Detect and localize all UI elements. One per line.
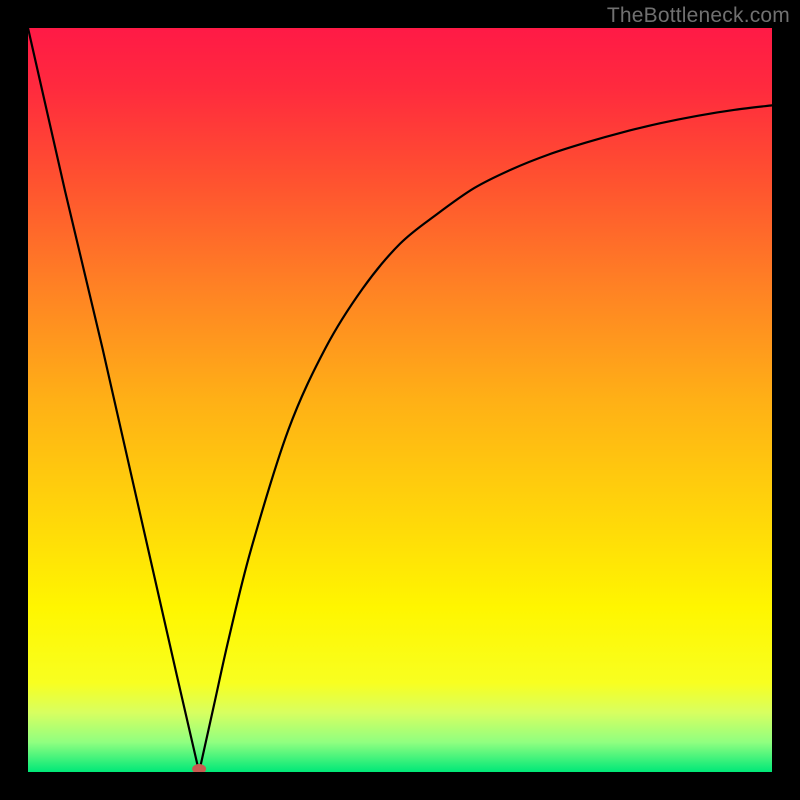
gradient-background — [28, 28, 772, 772]
watermark-text: TheBottleneck.com — [607, 4, 790, 28]
chart-frame — [28, 28, 772, 772]
bottleneck-chart — [28, 28, 772, 772]
